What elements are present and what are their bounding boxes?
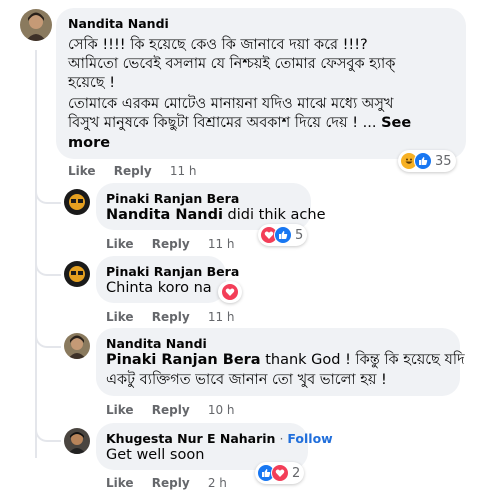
see-more-link[interactable]: See — [381, 115, 411, 131]
comment-text-line: বিসুখ মানুষকে কিছুটা বিশ্রামের অবকাশ দিয… — [68, 114, 411, 133]
thread-branch — [35, 328, 61, 348]
timestamp[interactable]: 11 h — [208, 310, 235, 324]
comment-text-line: সেকি !!!! কি হয়েছে কেও কি জানাবে দয়া ক… — [68, 37, 368, 53]
comment-actions: Like Reply 11 h — [106, 237, 249, 251]
comment-actions: Like Reply 11 h — [68, 164, 211, 178]
reply-button[interactable]: Reply — [152, 403, 190, 417]
reply-bubble: Nandita Nandi Pinaki Ranjan Bera thank G… — [96, 328, 465, 396]
comment-actions: Like Reply 2 h — [106, 476, 241, 490]
comment-text: Nandita Nandi didi thik ache — [106, 206, 326, 225]
like-icon — [274, 226, 292, 244]
follow-button[interactable]: Follow — [287, 431, 332, 446]
comment-author[interactable]: Nandita Nandi — [106, 336, 207, 351]
comment-author[interactable]: Khugesta Nur E Naharin — [106, 431, 275, 446]
comment-actions: Like Reply 10 h — [106, 403, 249, 417]
timestamp[interactable]: 11 h — [170, 164, 197, 178]
like-button[interactable]: Like — [106, 237, 134, 251]
comment-text-content: didi thik ache — [222, 207, 326, 223]
like-button[interactable]: Like — [106, 403, 134, 417]
avatar[interactable] — [64, 189, 90, 215]
comment-author[interactable]: Pinaki Ranjan Bera — [106, 191, 239, 206]
thread-branch — [35, 184, 61, 204]
comment-actions: Like Reply 11 h — [106, 310, 249, 324]
avatar[interactable] — [64, 261, 90, 287]
comment-text-line: হয়েছে ! — [68, 75, 116, 91]
see-more-link-cont[interactable]: more — [68, 134, 110, 153]
love-icon — [221, 283, 239, 301]
timestamp[interactable]: 10 h — [208, 403, 235, 417]
comment-author-line: Khugesta Nur E Naharin · Follow — [106, 431, 333, 446]
comment-text: Chinta koro na — [106, 280, 212, 296]
reply-button[interactable]: Reply — [152, 237, 190, 251]
reaction-count: 35 — [435, 153, 452, 169]
comment-bubble: Nandita Nandi সেকি !!!! কি হয়েছে কেও কি… — [56, 8, 466, 159]
reactions-summary[interactable]: 35 — [398, 150, 456, 172]
reaction-count: 5 — [295, 227, 304, 243]
like-button[interactable]: Like — [68, 164, 96, 178]
comment-text-line-content: বিসুখ মানুষকে কিছুটা বিশ্রামের অবকাশ দিয… — [68, 115, 377, 131]
comment-author[interactable]: Pinaki Ranjan Bera — [106, 264, 239, 279]
avatar[interactable] — [64, 333, 90, 359]
reply-button[interactable]: Reply — [114, 164, 152, 178]
like-button[interactable]: Like — [106, 310, 134, 324]
thread-branch — [35, 422, 61, 442]
separator-dot: · — [275, 431, 288, 446]
comment-text-line: Pinaki Ranjan Bera thank God ! কিন্তু কি… — [106, 351, 465, 370]
comment-text-line: তোমাকে এরকম মোটেও মানায়না যদিও মাঝে মধ্… — [68, 96, 394, 112]
reply-bubble: Pinaki Ranjan Bera Chinta koro na — [96, 256, 239, 303]
comment-text-content: thank God ! কিন্তু কি হয়েছে যদি — [260, 352, 465, 368]
reactions-summary[interactable]: 2 — [255, 462, 305, 484]
thread-line — [35, 50, 37, 458]
comment-text-line: আমিতো ভেবেই বসলাম যে নিশ্চয়ই তোমার ফেসব… — [68, 56, 396, 72]
comment-author[interactable]: Nandita Nandi — [68, 16, 169, 31]
reply-button[interactable]: Reply — [152, 476, 190, 490]
timestamp[interactable]: 2 h — [208, 476, 227, 490]
reply-button[interactable]: Reply — [152, 310, 190, 324]
avatar[interactable] — [64, 428, 90, 454]
reaction-count: 2 — [292, 465, 301, 481]
comment-text-line: একটু ব্যক্তিগত ভাবে জানান তো খুব ভালো হয… — [106, 372, 387, 388]
like-button[interactable]: Like — [106, 476, 134, 490]
mention-link[interactable]: Pinaki Ranjan Bera — [106, 352, 261, 368]
reactions-summary[interactable]: 5 — [258, 224, 308, 246]
reactions-summary[interactable] — [218, 281, 242, 303]
timestamp[interactable]: 11 h — [208, 237, 235, 251]
thread-branch — [35, 256, 61, 276]
reply-bubble: Pinaki Ranjan Bera Nandita Nandi didi th… — [96, 183, 326, 230]
like-icon — [414, 152, 432, 170]
mention-link[interactable]: Nandita Nandi — [106, 207, 223, 223]
comment-text: Get well soon — [106, 447, 205, 463]
love-icon — [271, 464, 289, 482]
avatar[interactable] — [20, 9, 52, 41]
